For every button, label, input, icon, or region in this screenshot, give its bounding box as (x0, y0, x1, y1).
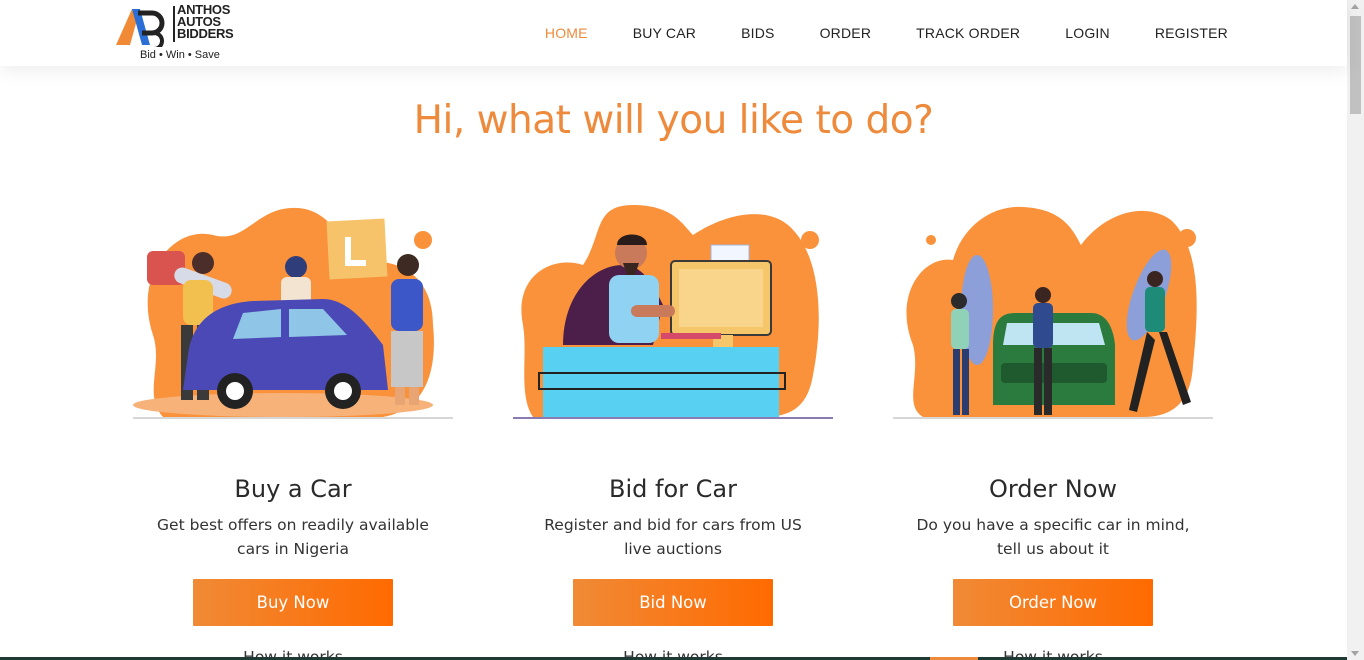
bid-now-button[interactable]: Bid Now (573, 579, 773, 626)
brand-logo[interactable]: ANTHOS AUTOS BIDDERS Bid • Win • Save (116, 3, 246, 63)
logo-divider (173, 6, 175, 42)
card-description: Do you have a specific car in mind, tell… (916, 516, 1190, 558)
nav-buy-car[interactable]: BUY CAR (633, 25, 696, 41)
nav-register[interactable]: REGISTER (1155, 25, 1228, 41)
nav-track-order[interactable]: TRACK ORDER (916, 25, 1020, 41)
nav-home[interactable]: HOME (545, 25, 588, 41)
card-description: Get best offers on readily available car… (157, 516, 429, 558)
card-title: Buy a Car (234, 475, 352, 503)
scroll-thumb[interactable] (1350, 16, 1361, 114)
scroll-up-arrow-icon[interactable] (1351, 4, 1359, 9)
nav-login[interactable]: LOGIN (1065, 25, 1110, 41)
site-header: ANTHOS AUTOS BIDDERS Bid • Win • Save HO… (0, 0, 1347, 66)
main-nav: HOME BUY CAR BIDS ORDER TRACK ORDER LOGI… (500, 0, 1228, 66)
nav-bids[interactable]: BIDS (741, 25, 774, 41)
card-bid-car: Bid for Car Register and bid for cars fr… (513, 195, 833, 660)
card-title: Bid for Car (609, 475, 737, 503)
card-title: Order Now (988, 475, 1118, 503)
card-buy-car: Buy a Car Get best offers on readily ava… (133, 195, 453, 660)
scroll-down-arrow-icon[interactable] (1351, 651, 1359, 656)
nav-order[interactable]: ORDER (820, 25, 872, 41)
page-headline: Hi, what will you like to do? (413, 98, 934, 143)
page-scrollbar[interactable] (1347, 0, 1364, 660)
logo-tagline: Bid • Win • Save (140, 49, 220, 61)
logo-line-3: BIDDERS (177, 26, 234, 41)
card-order-now: Order Now Do you have a specific car in … (893, 195, 1213, 660)
buy-now-button[interactable]: Buy Now (193, 579, 393, 626)
card-description: Register and bid for cars from US live a… (544, 516, 802, 558)
logo-mark-icon (116, 9, 165, 47)
bid-car-illustration-icon (513, 205, 833, 419)
logo-wordmark: ANTHOS AUTOS BIDDERS (177, 3, 234, 41)
order-now-button[interactable]: Order Now (953, 579, 1153, 626)
buy-car-illustration-icon (133, 207, 453, 419)
order-now-illustration-icon (893, 206, 1213, 419)
